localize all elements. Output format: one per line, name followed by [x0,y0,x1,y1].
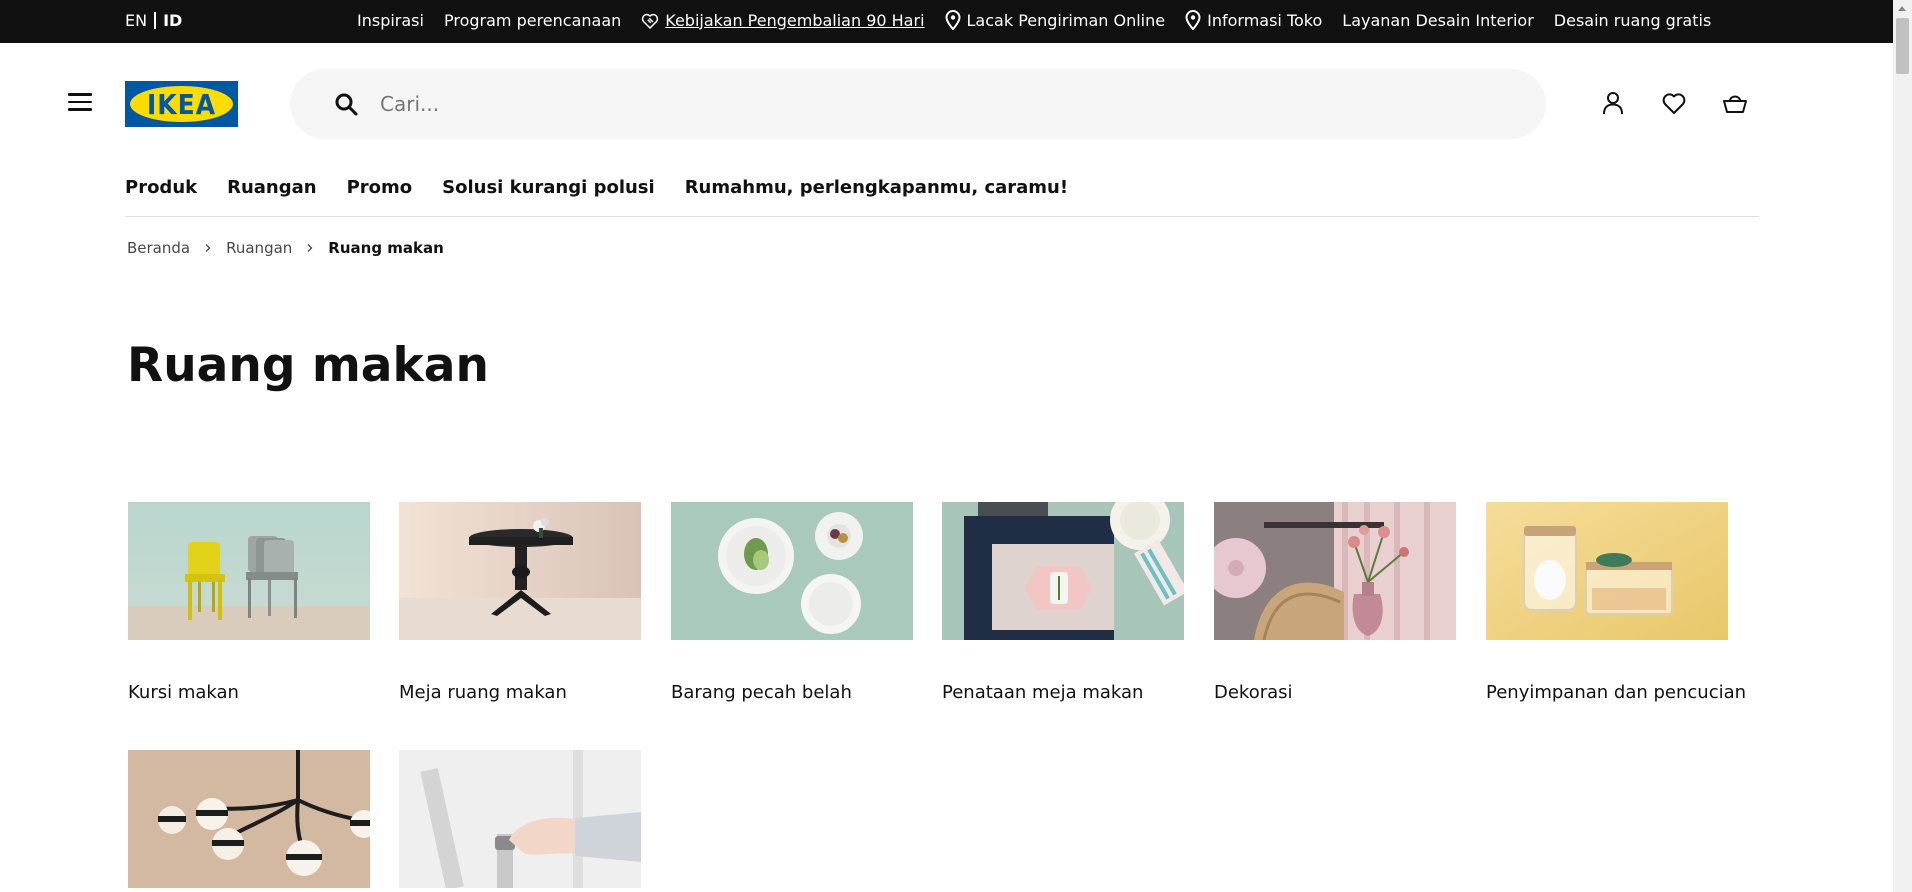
category-image [942,502,1184,640]
breadcrumb: Beranda Ruangan Ruang makan [127,239,444,257]
category-image [399,502,641,640]
cart-icon[interactable] [1722,90,1748,116]
nav-item-solusi[interactable]: Solusi kurangi polusi [442,177,655,198]
category-card-meja-ruang-makan[interactable]: Meja ruang makan [399,502,641,703]
page-title: Ruang makan [127,338,489,393]
nav-item-produk[interactable]: Produk [125,177,197,198]
heart-icon[interactable] [1661,90,1687,116]
search-input[interactable] [380,91,1480,117]
category-card-barang-pecah-belah[interactable]: Barang pecah belah [671,502,913,703]
category-card-lighting[interactable] [128,750,370,888]
link-lacak-pengiriman[interactable]: Lacak Pengiriman Online [945,10,1165,30]
category-label: Dekorasi [1214,682,1293,703]
category-image [399,750,641,888]
category-image [128,502,370,640]
link-inspirasi[interactable]: Inspirasi [357,11,424,30]
heart-handshake-icon [642,13,659,29]
category-image [671,502,913,640]
location-pin-icon [945,10,961,30]
logo-oval: IKEA [130,86,233,122]
lang-id-link[interactable]: ID [163,11,182,30]
category-card-dekorasi[interactable]: Dekorasi [1214,502,1456,703]
nav-item-rumahmu[interactable]: Rumahmu, perlengkapanmu, caramu! [685,177,1068,198]
link-program-perencanaan[interactable]: Program perencanaan [444,11,621,30]
category-label: Kursi makan [128,682,239,703]
scroll-up-icon[interactable] [1898,6,1906,11]
category-label: Penyimpanan dan pencucian [1486,682,1747,703]
category-image [1486,502,1728,640]
page-scrollbar[interactable] [1893,0,1912,892]
link-informasi-toko[interactable]: Informasi Toko [1185,10,1322,30]
header-actions [1600,90,1748,116]
menu-hamburger-icon[interactable] [68,93,92,113]
search-icon[interactable] [334,92,358,116]
language-switcher: EN ID [125,11,182,30]
category-label: Barang pecah belah [671,682,852,703]
lang-separator [154,12,157,29]
breadcrumb-ruangan[interactable]: Ruangan [226,239,292,257]
top-utility-bar: EN ID Inspirasi Program perencanaan Kebi… [0,0,1893,43]
category-image [128,750,370,888]
link-desain-ruang-gratis[interactable]: Desain ruang gratis [1554,11,1711,30]
breadcrumb-current: Ruang makan [328,239,444,257]
ikea-logo[interactable]: IKEA [125,81,238,127]
nav-item-ruangan[interactable]: Ruangan [227,177,316,198]
utility-links: Inspirasi Program perencanaan Kebijakan … [357,10,1711,30]
category-card-penyimpanan-pencucian[interactable]: Penyimpanan dan pencucian [1486,502,1746,703]
category-image [1214,502,1456,640]
main-nav: Produk Ruangan Promo Solusi kurangi polu… [125,177,1068,198]
category-label: Penataan meja makan [942,682,1144,703]
link-kebijakan-pengembalian[interactable]: Kebijakan Pengembalian 90 Hari [641,11,925,30]
chevron-right-icon [205,244,211,252]
chevron-right-icon [307,244,313,252]
breadcrumb-beranda[interactable]: Beranda [127,239,190,257]
location-pin-icon [1185,10,1201,30]
category-card-penataan-meja-makan[interactable]: Penataan meja makan [942,502,1184,703]
user-icon[interactable] [1600,90,1626,116]
search-bar[interactable] [290,69,1546,139]
logo-text: IKEA [146,88,217,120]
nav-divider [125,216,1759,217]
scrollbar-thumb[interactable] [1896,18,1909,74]
category-label: Meja ruang makan [399,682,567,703]
link-layanan-desain[interactable]: Layanan Desain Interior [1342,11,1534,30]
category-card-kursi-makan[interactable]: Kursi makan [128,502,370,703]
lang-en-link[interactable]: EN [125,11,147,30]
nav-item-promo[interactable]: Promo [347,177,413,198]
category-card-furniture-care[interactable] [399,750,641,888]
